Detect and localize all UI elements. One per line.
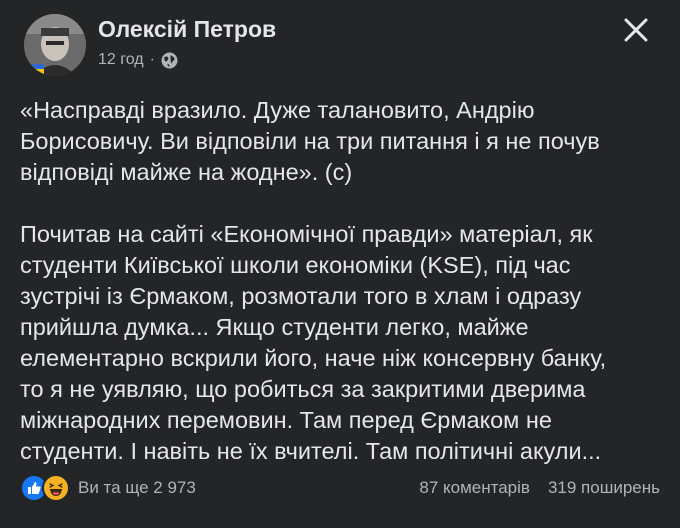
- reaction-icons: [20, 474, 70, 502]
- globe-icon: [161, 52, 178, 69]
- text-line: Борисовичу. Ви відповіли на три питання …: [20, 128, 600, 154]
- text-line: відповіді майже на жодне». (с): [20, 159, 353, 185]
- post-paragraph-2: Почитав на сайті «Економічної правди» ма…: [20, 219, 670, 467]
- text-line: студенти Київської школи економіки (KSE)…: [20, 252, 571, 278]
- text-line: зустрічі із Єрмаком, розмотали того в хл…: [20, 283, 582, 309]
- reaction-count: Ви та ще 2 973: [78, 478, 196, 497]
- shares-count[interactable]: 319 поширень: [548, 478, 660, 498]
- avatar-photo: [24, 14, 86, 76]
- text-line: міжнародних перемовин. Там перед Єрмаком…: [20, 407, 552, 433]
- post-footer: Ви та ще 2 973 87 коментарів 319 поширен…: [20, 472, 660, 504]
- close-button[interactable]: [616, 10, 656, 50]
- comments-count[interactable]: 87 коментарів: [419, 478, 530, 498]
- text-line: «Насправді вразило. Дуже талановито, Анд…: [20, 97, 535, 123]
- author-name[interactable]: Олексій Петров: [98, 16, 276, 43]
- text-line: то я не уявляю, що робиться за закритими…: [20, 376, 586, 402]
- text-line: Почитав на сайті «Економічної правди» ма…: [20, 221, 593, 247]
- post-stats: 87 коментарів 319 поширень: [419, 478, 660, 498]
- text-line: елементарно вскрили його, наче ніж консе…: [20, 345, 607, 371]
- close-icon: [624, 18, 648, 42]
- post-meta: 12 год ·: [98, 51, 178, 69]
- post-body: «Насправді вразило. Дуже талановито, Анд…: [20, 95, 670, 467]
- post-time[interactable]: 12 год: [98, 51, 144, 69]
- text-line: прийшла думка... Якщо студенти легко, ма…: [20, 314, 529, 340]
- text-line: студенти. І навіть не їх вчителі. Там по…: [20, 438, 602, 464]
- post-header: Олексій Петров 12 год ·: [20, 10, 666, 80]
- haha-icon: [42, 474, 70, 502]
- reactions-summary[interactable]: Ви та ще 2 973: [20, 474, 196, 502]
- separator: ·: [149, 51, 155, 68]
- post-paragraph-1: «Насправді вразило. Дуже талановито, Анд…: [20, 95, 670, 188]
- avatar[interactable]: [24, 14, 86, 76]
